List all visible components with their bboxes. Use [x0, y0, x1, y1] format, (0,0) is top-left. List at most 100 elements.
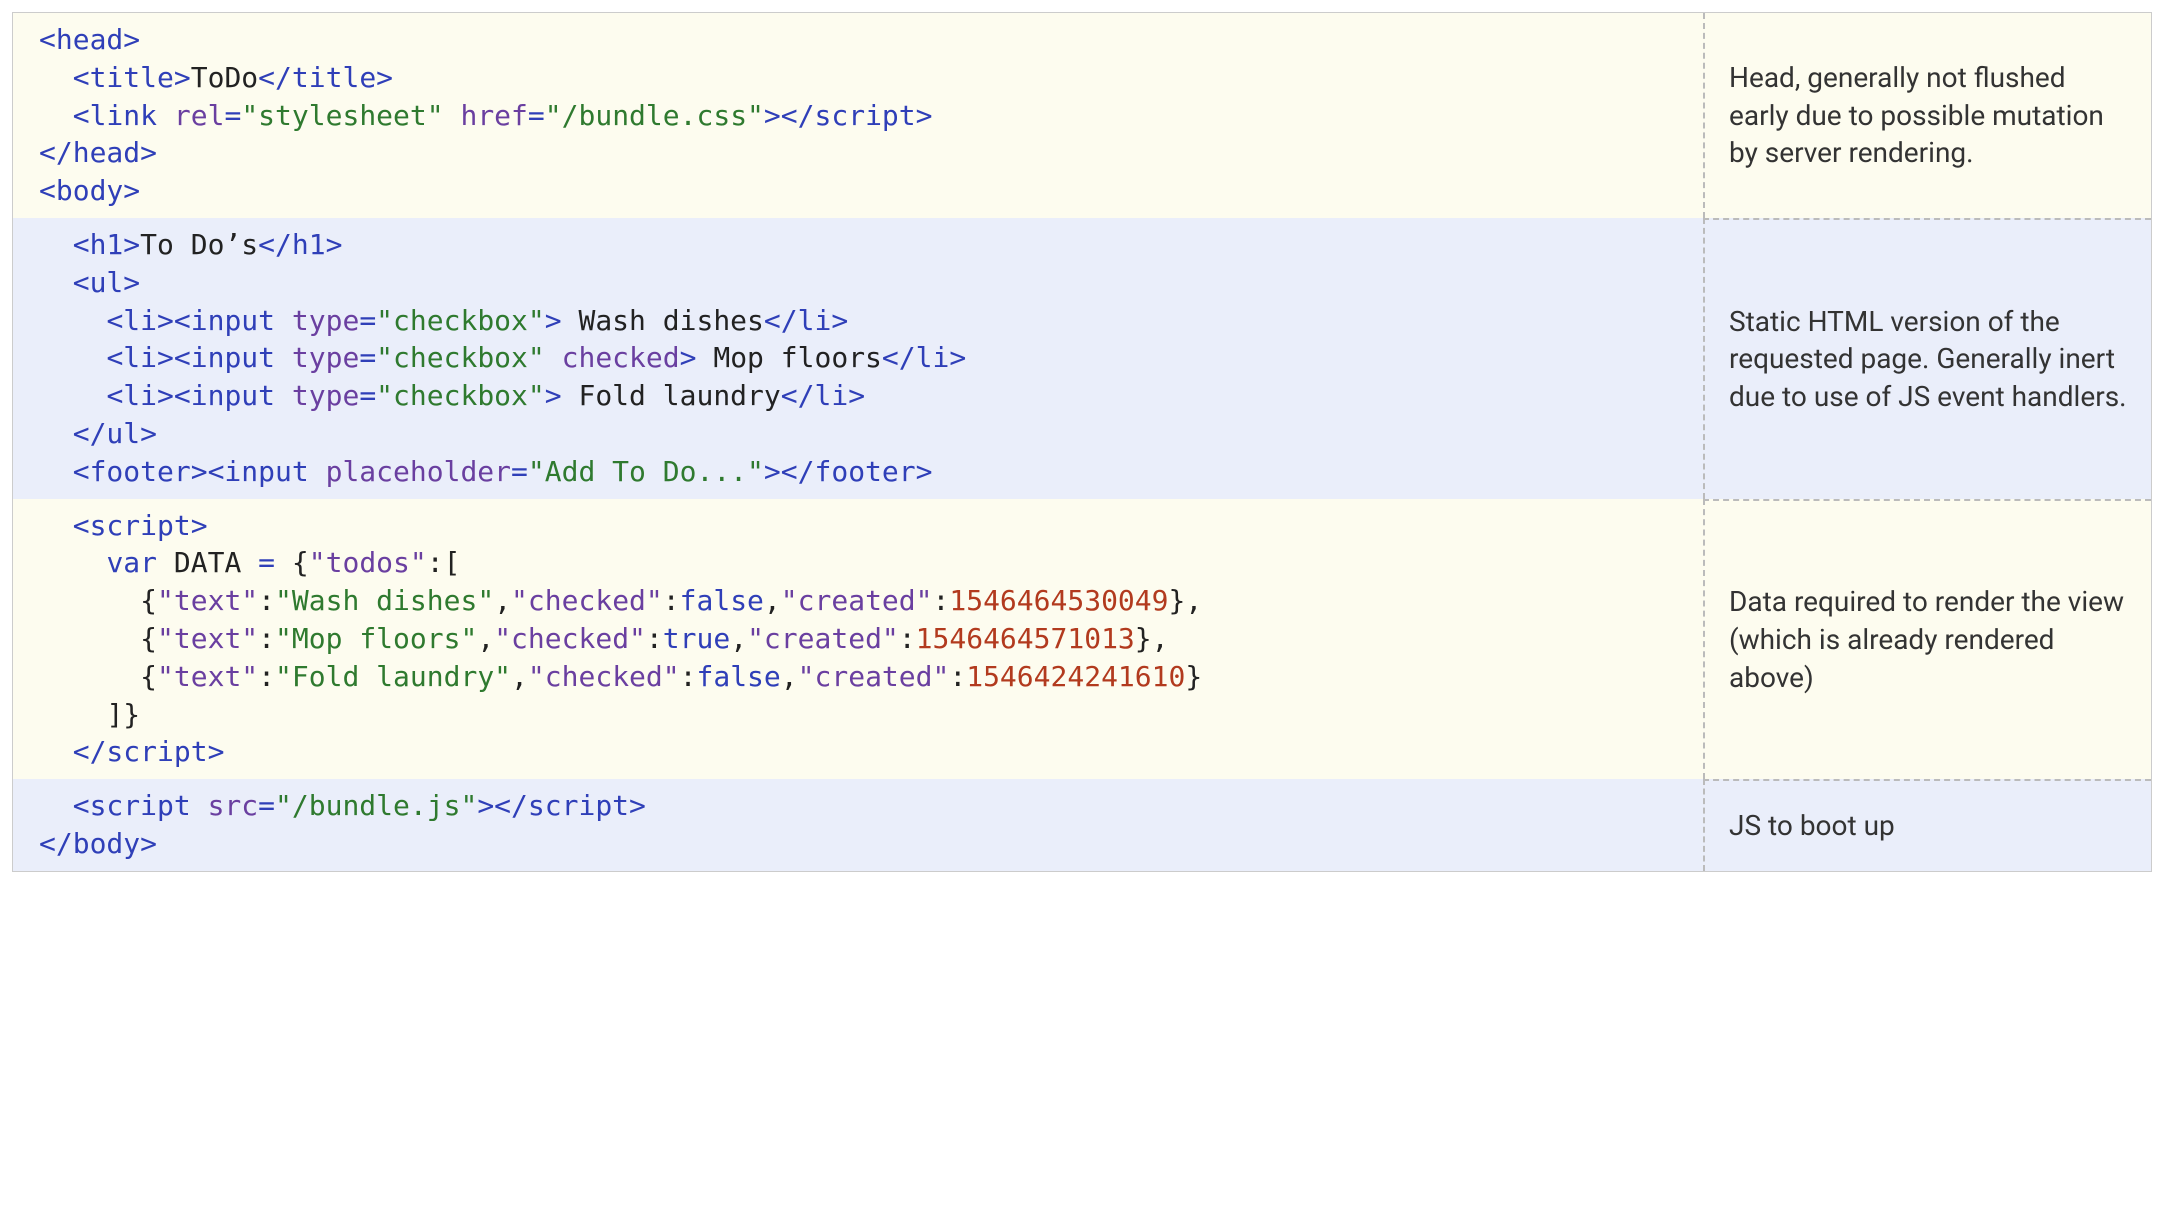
code-token: {: [140, 622, 157, 655]
code-token: "text": [157, 660, 258, 693]
code-token: false: [680, 584, 764, 617]
description-text: Static HTML version of the requested pag…: [1729, 303, 2131, 416]
code-token: >: [191, 509, 208, 542]
code-token: "/bundle.js": [275, 789, 477, 822]
code-line: <script src="/bundle.js"></script>: [39, 787, 1703, 825]
code-token: ></script: [764, 99, 916, 132]
code-token: Mop floors: [696, 341, 881, 374]
code-token: "/bundle.css": [545, 99, 764, 132]
code-token: "checked": [511, 584, 663, 617]
code-token: [39, 228, 73, 261]
code-line: <head>: [39, 21, 1703, 59]
code-token: rel: [174, 99, 225, 132]
code-token: [39, 99, 73, 132]
section-row: <script src="/bundle.js"></script></body…: [13, 779, 2151, 871]
code-token: {: [140, 660, 157, 693]
code-token: =: [359, 379, 376, 412]
code-token: 1546424241610: [966, 660, 1185, 693]
code-token: =: [224, 99, 241, 132]
code-token: :: [258, 622, 275, 655]
code-token: "Wash dishes": [275, 584, 494, 617]
code-token: "todos": [309, 546, 427, 579]
code-token: src: [208, 789, 259, 822]
code-token: ></footer>: [764, 455, 933, 488]
description-column: Data required to render the view (which …: [1703, 499, 2151, 780]
code-line: <title>ToDo</title>: [39, 59, 1703, 97]
code-token: [39, 584, 140, 617]
code-token: "stylesheet": [241, 99, 443, 132]
code-column: <script> var DATA = {"todos":[ {"text":"…: [13, 499, 1703, 780]
code-token: 1546464571013: [916, 622, 1135, 655]
code-token: <li><input: [106, 341, 291, 374]
section-row: <script> var DATA = {"todos":[ {"text":"…: [13, 499, 2151, 780]
code-token: [39, 509, 73, 542]
document-frame: <head> <title>ToDo</title> <link rel="st…: [12, 12, 2152, 872]
code-token: [39, 266, 73, 299]
code-token: href: [460, 99, 527, 132]
code-token: <li><input: [106, 304, 291, 337]
code-token: ]}: [106, 698, 140, 731]
code-token: ,: [511, 660, 528, 693]
code-token: true: [663, 622, 730, 655]
code-token: ,: [730, 622, 747, 655]
code-token: <script: [73, 509, 191, 542]
code-token: placeholder: [326, 455, 511, 488]
code-token: "checkbox": [376, 379, 545, 412]
description-column: Head, generally not flushed early due to…: [1703, 13, 2151, 218]
code-token: =: [359, 304, 376, 337]
code-token: [39, 304, 106, 337]
code-token: var: [106, 546, 157, 579]
code-token: [39, 660, 140, 693]
code-token: [39, 417, 73, 450]
code-line: {"text":"Wash dishes","checked":false,"c…: [39, 582, 1703, 620]
code-line: </head>: [39, 134, 1703, 172]
code-line: {"text":"Fold laundry","checked":false,"…: [39, 658, 1703, 696]
code-token: >: [208, 735, 225, 768]
code-token: "text": [157, 622, 258, 655]
code-column: <script src="/bundle.js"></script></body…: [13, 779, 1703, 871]
code-token: {: [292, 546, 309, 579]
code-token: </li>: [781, 379, 865, 412]
description-text: Data required to render the view (which …: [1729, 583, 2131, 696]
code-token: :: [646, 622, 663, 655]
code-token: checked: [562, 341, 680, 374]
code-token: [39, 455, 73, 488]
code-token: <body>: [39, 174, 140, 207]
code-token: ,: [764, 584, 781, 617]
code-token: Fold laundry: [562, 379, 781, 412]
code-token: {: [140, 584, 157, 617]
code-token: >: [916, 99, 933, 132]
code-token: "Mop floors": [275, 622, 477, 655]
code-token: <footer><input: [73, 455, 326, 488]
code-token: <ul>: [73, 266, 140, 299]
code-line: var DATA = {"todos":[: [39, 544, 1703, 582]
code-token: <head>: [39, 23, 140, 56]
code-token: <title>: [73, 61, 191, 94]
section-row: <head> <title>ToDo</title> <link rel="st…: [13, 13, 2151, 218]
code-token: [275, 546, 292, 579]
code-line: <link rel="stylesheet" href="/bundle.css…: [39, 97, 1703, 135]
code-line: <li><input type="checkbox" checked> Mop …: [39, 339, 1703, 377]
code-token: >: [629, 789, 646, 822]
code-token: type: [292, 341, 359, 374]
code-token: "created": [781, 584, 933, 617]
code-line: <li><input type="checkbox"> Fold laundry…: [39, 377, 1703, 415]
code-token: :: [899, 622, 916, 655]
code-token: "checkbox": [376, 341, 545, 374]
code-token: <li><input: [106, 379, 291, 412]
code-token: [39, 341, 106, 374]
code-line: {"text":"Mop floors","checked":true,"cre…: [39, 620, 1703, 658]
code-line: <script>: [39, 507, 1703, 545]
code-token: :: [258, 660, 275, 693]
code-token: },: [1135, 622, 1169, 655]
code-line: <li><input type="checkbox"> Wash dishes<…: [39, 302, 1703, 340]
code-line: <footer><input placeholder="Add To Do...…: [39, 453, 1703, 491]
code-token: [444, 99, 461, 132]
code-token: ,: [477, 622, 494, 655]
code-line: </script>: [39, 733, 1703, 771]
code-token: ToDo: [191, 61, 258, 94]
code-token: </ul>: [73, 417, 157, 450]
code-token: [39, 546, 106, 579]
code-line: <body>: [39, 172, 1703, 210]
code-token: "checked": [528, 660, 680, 693]
